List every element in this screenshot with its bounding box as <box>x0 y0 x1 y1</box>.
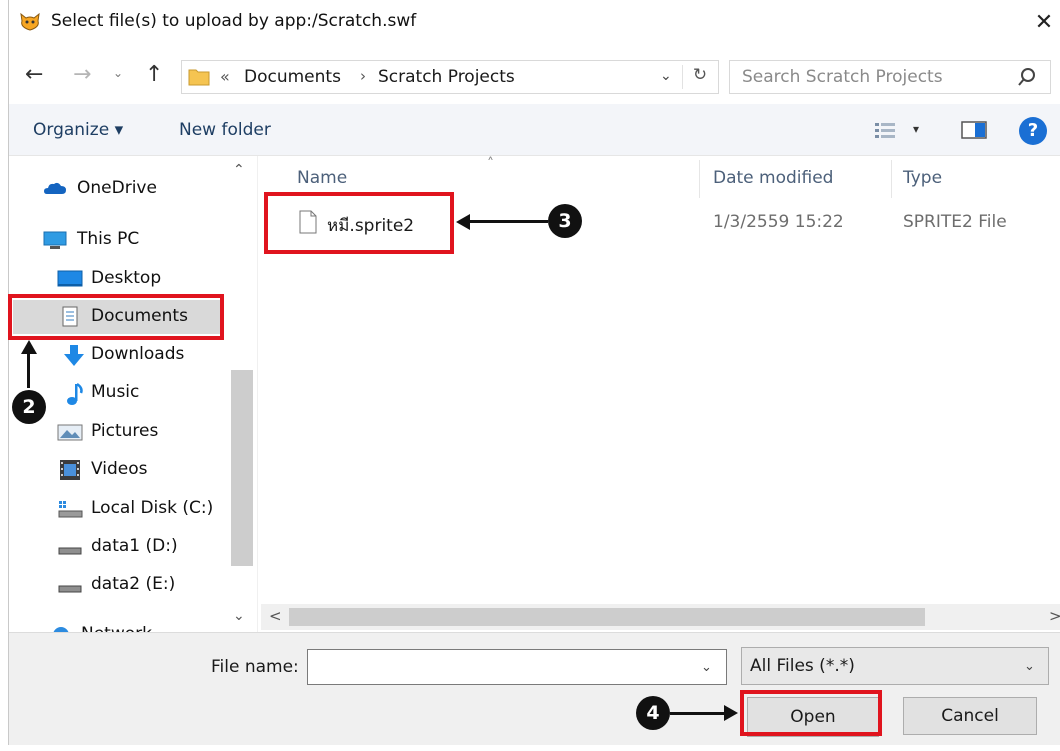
sidebar-item-this-pc[interactable]: This PC <box>9 223 237 257</box>
local-disk-icon <box>57 498 83 520</box>
step-marker-4: 4 <box>636 696 670 730</box>
sidebar-item-label: data2 (E:) <box>91 574 176 594</box>
dialog-footer: File name: ⌄ All Files (*.*) ⌄ Open Canc… <box>9 632 1060 745</box>
network-icon <box>49 624 71 632</box>
pane-divider[interactable] <box>257 156 258 632</box>
sidebar-item-label: Pictures <box>91 421 159 441</box>
step-marker-2: 2 <box>12 390 46 424</box>
pictures-icon <box>57 421 83 443</box>
sidebar-item-label: Desktop <box>91 268 162 288</box>
view-options-icon[interactable] <box>873 120 901 140</box>
back-arrow-icon[interactable]: ← <box>25 62 51 90</box>
sidebar-item-label: Downloads <box>91 344 185 364</box>
sidebar-item-label: Local Disk (C:) <box>91 498 214 518</box>
annotation-arrow-3 <box>468 220 548 223</box>
scroll-up-chevron-icon[interactable]: ⌃ <box>233 162 245 178</box>
sidebar-item-local-disk-c[interactable]: Local Disk (C:) <box>9 492 237 526</box>
close-button[interactable]: ✕ <box>1029 6 1059 40</box>
sidebar-item-downloads[interactable]: Downloads <box>9 338 237 372</box>
address-dropdown-chevron-icon[interactable]: ⌄ <box>660 68 672 84</box>
scratch-cat-icon <box>19 12 41 32</box>
sidebar-item-label: Network <box>81 624 152 632</box>
horizontal-scrollbar-thumb[interactable] <box>289 608 925 626</box>
file-upload-dialog: Select file(s) to upload by app:/Scratch… <box>8 0 1060 745</box>
cloud-icon <box>43 178 66 200</box>
up-folder-arrow-icon[interactable]: ↑ <box>145 62 171 90</box>
preview-pane-icon[interactable] <box>961 120 987 140</box>
desktop-icon <box>57 268 83 290</box>
file-name-label: File name: <box>211 657 299 677</box>
window-title: Select file(s) to upload by app:/Scratch… <box>51 11 417 31</box>
help-icon[interactable]: ? <box>1019 117 1047 145</box>
highlight-box-file <box>264 192 454 254</box>
drive-icon <box>57 536 82 558</box>
folder-icon <box>188 67 210 87</box>
navigation-pane[interactable]: OneDrive This PC Desktop Documents Downl… <box>9 156 257 632</box>
sidebar-item-network[interactable]: Network <box>9 618 237 632</box>
column-separator[interactable] <box>891 160 892 198</box>
computer-icon <box>43 229 67 251</box>
sidebar-item-label: Videos <box>91 459 148 479</box>
drive-icon <box>57 574 82 596</box>
sidebar-item-pictures[interactable]: Pictures <box>9 415 237 449</box>
scroll-right-chevron-icon[interactable]: > <box>1049 607 1060 625</box>
sort-ascending-icon: ˄ <box>487 156 494 172</box>
filter-chevron-icon[interactable]: ⌄ <box>1024 659 1035 674</box>
organize-button[interactable]: Organize ▾ <box>33 120 123 140</box>
file-type-filter-select[interactable]: All Files (*.*) ⌄ <box>741 647 1049 685</box>
music-icon <box>65 382 87 405</box>
search-input[interactable]: Search Scratch Projects <box>742 67 943 87</box>
sidebar-item-videos[interactable]: Videos <box>9 453 237 487</box>
breadcrumb-separator-icon[interactable]: › <box>360 67 366 85</box>
highlight-box-documents <box>8 294 224 340</box>
file-type-cell: SPRITE2 File <box>903 212 1007 232</box>
column-header-type[interactable]: Type <box>903 168 942 188</box>
file-date-cell: 1/3/2559 15:22 <box>713 212 844 232</box>
annotation-arrow-2 <box>27 352 30 388</box>
highlight-box-open <box>740 690 882 736</box>
breadcrumb-scratch-projects[interactable]: Scratch Projects <box>378 67 515 87</box>
file-name-history-chevron-icon[interactable]: ⌄ <box>701 660 712 675</box>
sidebar-item-onedrive[interactable]: OneDrive <box>9 172 237 206</box>
address-divider <box>682 65 683 89</box>
step-marker-3: 3 <box>548 204 582 238</box>
new-folder-button[interactable]: New folder <box>179 120 271 140</box>
command-toolbar: Organize ▾ New folder ▾ ? <box>9 104 1060 156</box>
column-separator[interactable] <box>699 160 700 198</box>
navigation-scrollbar-thumb[interactable] <box>231 370 253 566</box>
sidebar-item-label: Music <box>91 382 140 402</box>
scroll-down-chevron-icon[interactable]: ⌄ <box>233 608 245 624</box>
annotation-arrow-4 <box>670 712 726 715</box>
annotation-arrowhead-2 <box>21 340 37 354</box>
sidebar-item-data1-d[interactable]: data1 (D:) <box>9 530 237 564</box>
sidebar-item-data2-e[interactable]: data2 (E:) <box>9 568 237 602</box>
address-overflow-icon[interactable]: « <box>220 67 230 86</box>
file-name-input[interactable] <box>307 649 727 685</box>
title-bar: Select file(s) to upload by app:/Scratch… <box>9 0 1060 46</box>
forward-arrow-icon[interactable]: → <box>73 62 99 90</box>
scroll-left-chevron-icon[interactable]: < <box>269 607 282 625</box>
search-icon[interactable] <box>1016 66 1038 88</box>
refresh-icon[interactable]: ↻ <box>688 65 712 85</box>
sidebar-item-desktop[interactable]: Desktop <box>9 262 237 296</box>
videos-icon <box>59 459 81 481</box>
sidebar-item-label: data1 (D:) <box>91 536 178 556</box>
horizontal-scrollbar[interactable]: < > <box>261 604 1060 630</box>
column-header-name[interactable]: Name <box>297 168 347 188</box>
cancel-button[interactable]: Cancel <box>903 697 1037 735</box>
address-bar[interactable]: « Documents › Scratch Projects ⌄ ↻ <box>181 60 719 94</box>
file-type-filter-value: All Files (*.*) <box>750 656 855 676</box>
annotation-arrowhead-4 <box>724 705 738 721</box>
search-box[interactable]: Search Scratch Projects <box>729 60 1051 94</box>
view-options-chevron-icon[interactable]: ▾ <box>913 122 919 136</box>
breadcrumb-documents[interactable]: Documents <box>244 67 341 87</box>
downloads-icon <box>63 344 85 366</box>
sidebar-item-label: OneDrive <box>77 178 157 198</box>
column-header-date-modified[interactable]: Date modified <box>713 168 833 188</box>
recent-locations-chevron-icon[interactable]: ⌄ <box>113 66 131 86</box>
sidebar-item-label: This PC <box>77 229 140 249</box>
